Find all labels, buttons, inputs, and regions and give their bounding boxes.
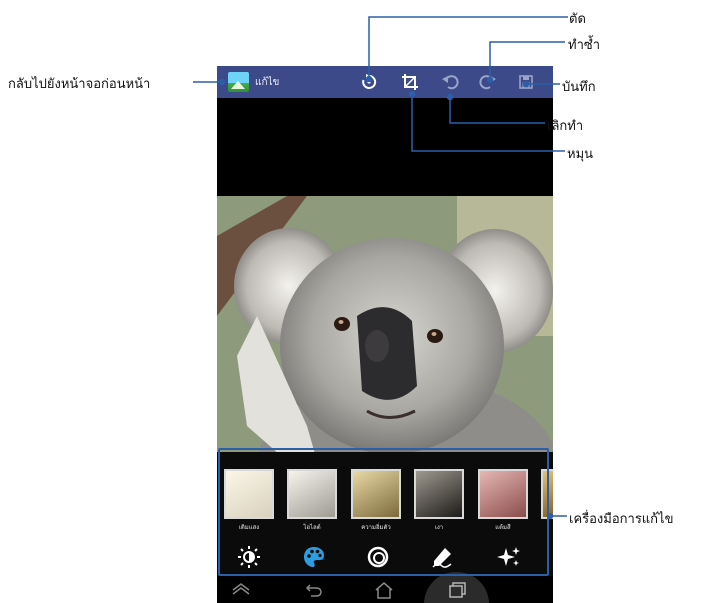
callout-edit-tools: เครื่องมือการแก้ไข [569, 512, 674, 527]
callout-undo: เลิกทำ [547, 119, 584, 134]
callout-cut: ตัด [569, 12, 586, 27]
callout-save: บันทึก [562, 80, 596, 95]
callout-redo: ทำซ้ำ [568, 38, 600, 53]
callout-back: กลับไปยังหน้าจอก่อนหน้า [8, 77, 151, 92]
callout-rotate: หมุน [567, 147, 594, 162]
